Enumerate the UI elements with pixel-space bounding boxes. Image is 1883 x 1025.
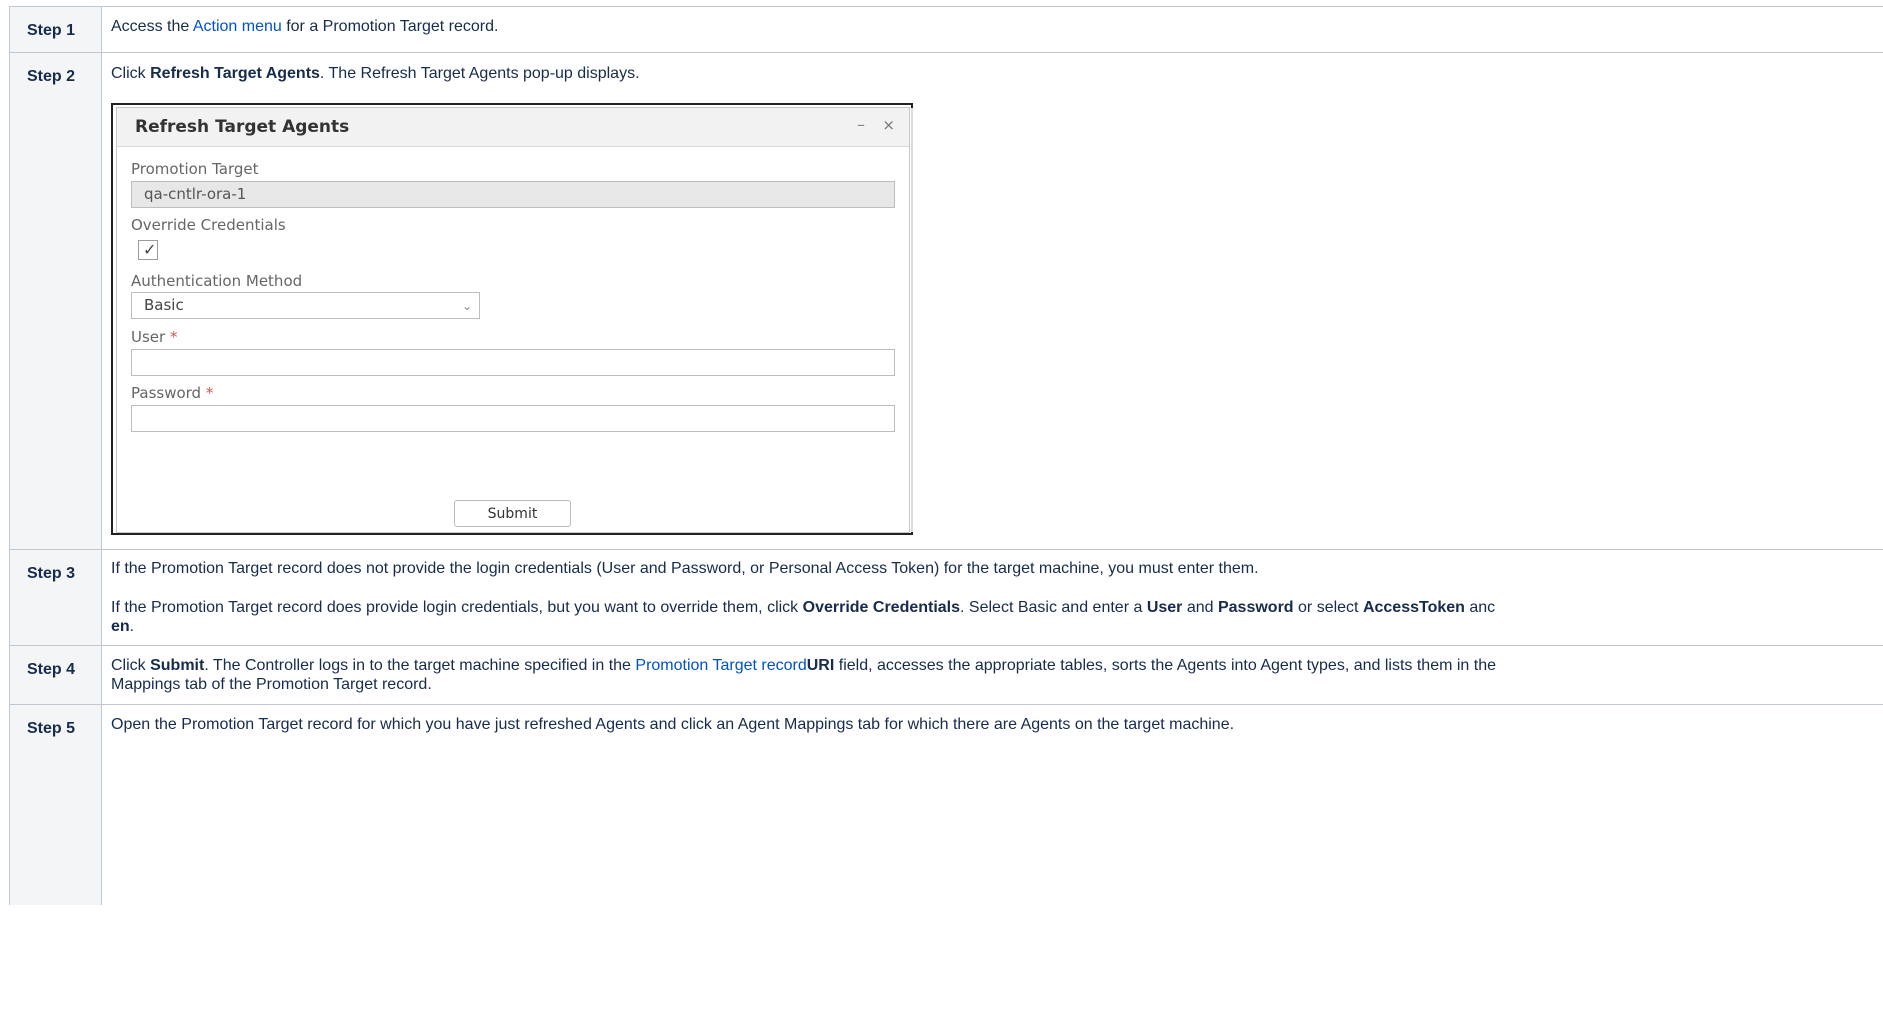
dialog-title: Refresh Target Agents — [135, 117, 350, 137]
promotion-target-record-link[interactable]: Promotion Target record — [635, 657, 806, 674]
step-text: If the Promotion Target record does prov… — [111, 599, 1496, 635]
step-content: Open the Promotion Target record for whi… — [102, 705, 1883, 905]
authentication-method-value: Basic — [144, 296, 184, 314]
user-input[interactable] — [131, 349, 895, 376]
user-label-text: User — [131, 328, 166, 346]
submit-button[interactable]: Submit — [454, 500, 571, 527]
step-text: Access the — [111, 18, 193, 35]
required-mark: * — [169, 328, 178, 346]
required-mark: * — [205, 384, 214, 402]
step-text: If the Promotion Target record does not … — [111, 560, 1259, 577]
user-label: User * — [131, 328, 177, 347]
step-label: Step 5 — [9, 705, 102, 905]
step-row-1: Step 1 Access the Action menu for a Prom… — [9, 7, 1883, 53]
step-label: Step 4 — [9, 646, 102, 704]
step-label: Step 3 — [9, 550, 102, 645]
step-row-5: Step 5 Open the Promotion Target record … — [9, 705, 1883, 905]
action-menu-link[interactable]: Action menu — [193, 18, 282, 35]
password-label: Password * — [131, 384, 213, 403]
override-credentials-label: Override Credentials — [131, 216, 286, 234]
step-content: Click Submit. The Controller logs in to … — [111, 657, 1497, 693]
password-input[interactable] — [131, 405, 895, 432]
step-content: Access the Action menu for a Promotion T… — [102, 7, 1883, 52]
authentication-method-label: Authentication Method — [131, 272, 303, 290]
step-row-2: Step 2 Click Refresh Target Agents. The … — [9, 53, 1883, 550]
close-icon[interactable]: × — [882, 116, 895, 135]
dialog-header: Refresh Target Agents – × — [117, 108, 909, 147]
step-row-3: Step 3 If the Promotion Target record do… — [9, 550, 1883, 646]
promotion-target-label: Promotion Target — [131, 160, 259, 178]
password-label-text: Password — [131, 384, 202, 402]
refresh-target-agents-dialog: Refresh Target Agents – × Promotion Targ… — [116, 107, 913, 533]
checkmark-icon: ✓ — [143, 240, 157, 259]
step-row-4: Step 4 Click Submit. The Controller logs… — [9, 646, 1883, 705]
authentication-method-select[interactable]: Basic ⌄ — [131, 292, 480, 319]
step-bold: Refresh Target Agents — [150, 65, 320, 82]
override-credentials-checkbox[interactable]: ✓ — [138, 240, 158, 260]
step-content: Click Refresh Target Agents. The Refresh… — [102, 53, 1883, 549]
step-text: Click — [111, 65, 151, 82]
dialog-edge — [911, 108, 913, 532]
step-label: Step 2 — [9, 53, 102, 549]
dialog-screenshot: Refresh Target Agents – × Promotion Targ… — [111, 103, 913, 535]
chevron-down-icon: ⌄ — [461, 299, 472, 313]
step-text: Open the Promotion Target record for whi… — [111, 716, 1235, 733]
steps-table: Step 1 Access the Action menu for a Prom… — [9, 6, 1883, 905]
step-text: . The Refresh Target Agents pop-up displ… — [319, 65, 640, 82]
step-label: Step 1 — [9, 7, 102, 52]
minimize-icon[interactable]: – — [857, 115, 865, 134]
promotion-target-field: qa-cntlr-ora-1 — [131, 181, 895, 208]
step-text: for a Promotion Target record. — [281, 18, 499, 35]
step-content: If the Promotion Target record does not … — [102, 550, 1883, 645]
